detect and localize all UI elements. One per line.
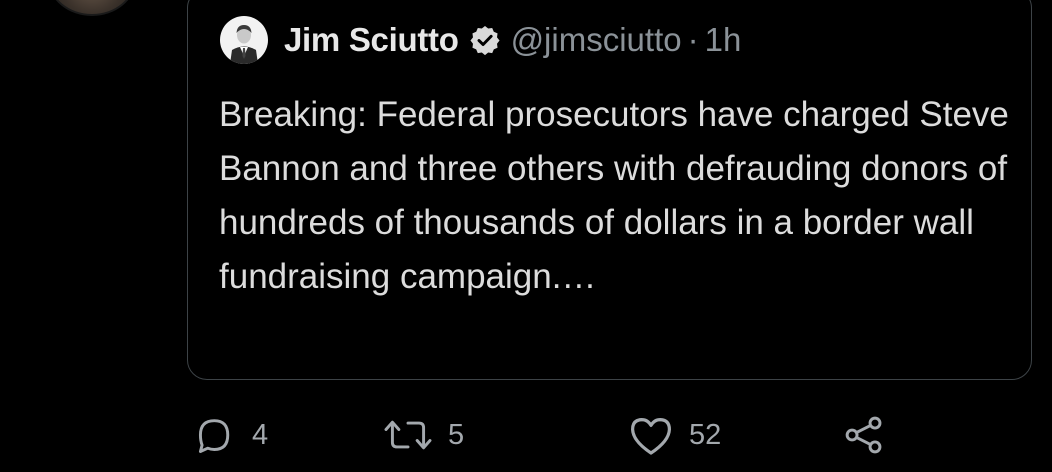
quoted-tweet-text: Breaking: Federal prosecutors have charg… (219, 95, 1009, 296)
reply-button[interactable]: 4 (192, 413, 268, 457)
tweet-action-bar: 4 5 52 (0, 413, 1052, 457)
retweet-count: 5 (448, 418, 465, 451)
separator-dot: · (687, 21, 699, 58)
quoted-author-avatar[interactable] (220, 16, 268, 64)
quoted-tweet-header: Jim Sciutto @jimsciutto · 1h (220, 16, 741, 64)
share-icon (842, 413, 886, 457)
quoted-author-handle[interactable]: @jimsciutto (511, 21, 682, 59)
reply-icon (192, 413, 236, 457)
share-button[interactable] (842, 413, 886, 457)
reply-count: 4 (252, 418, 269, 451)
quoted-tweet-time[interactable]: 1h (705, 21, 742, 59)
like-count: 52 (689, 418, 722, 451)
tweet-author-avatar[interactable] (48, 0, 136, 16)
verified-badge-icon (469, 24, 501, 56)
retweet-button[interactable]: 5 (380, 413, 464, 457)
retweet-icon (380, 413, 436, 457)
like-button[interactable]: 52 (627, 413, 721, 457)
heart-icon (627, 413, 675, 457)
quoted-author-name[interactable]: Jim Sciutto (284, 21, 459, 59)
